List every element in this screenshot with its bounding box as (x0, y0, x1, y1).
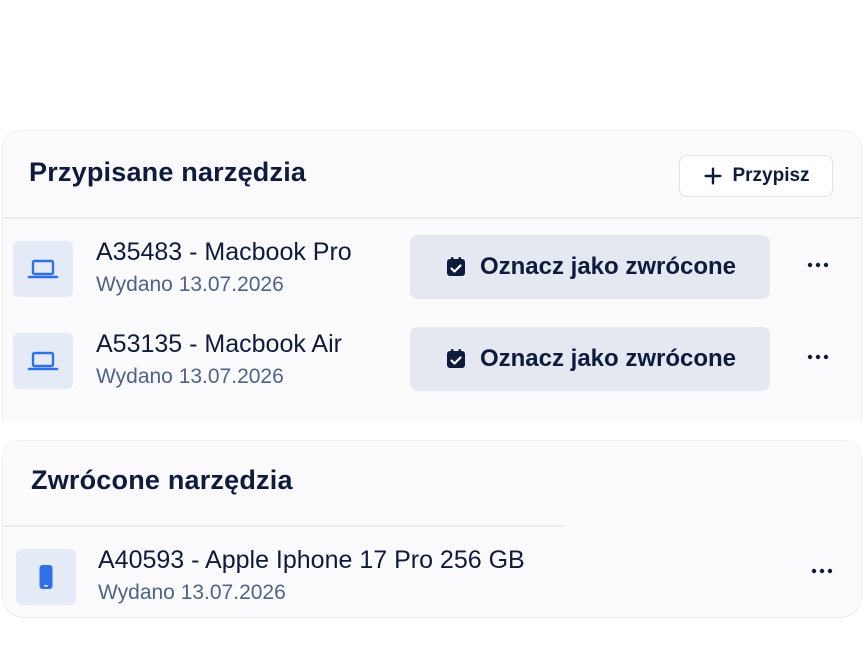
item-issued-date: Wydano 13.07.2026 (96, 273, 284, 296)
mark-returned-label: Oznacz jako zwrócone (479, 253, 737, 280)
more-horizontal-icon (811, 568, 833, 574)
laptop-icon (27, 351, 59, 371)
more-options-button[interactable] (807, 559, 837, 583)
calendar-check-icon (446, 349, 465, 368)
plus-icon (704, 167, 722, 185)
more-options-button[interactable] (803, 345, 833, 369)
returned-tools-title: Zwrócone narzędzia (31, 465, 293, 495)
mark-returned-button[interactable]: Oznacz jako zwrócone (410, 235, 770, 299)
mark-returned-button[interactable]: Oznacz jako zwrócone (410, 327, 770, 391)
phone-icon (39, 565, 53, 589)
returned-divider (3, 525, 565, 527)
item-issued-date: Wydano 13.07.2026 (98, 581, 286, 604)
item-thumbnail (16, 549, 76, 605)
assigned-divider (3, 217, 861, 219)
more-horizontal-icon (807, 354, 829, 360)
list-item: A35483 - Macbook Pro Wydano 13.07.2026 O… (3, 233, 861, 313)
assign-button[interactable]: Przypisz (679, 155, 833, 197)
assign-button-label: Przypisz (732, 165, 810, 186)
item-name: A35483 - Macbook Pro (96, 238, 352, 266)
item-name: A40593 - Apple Iphone 17 Pro 256 GB (98, 546, 525, 574)
assigned-tools-title: Przypisane narzędzia (29, 157, 307, 187)
item-name: A53135 - Macbook Air (96, 330, 342, 358)
list-item: A53135 - Macbook Air Wydano 13.07.2026 O… (3, 325, 861, 405)
mark-returned-label: Oznacz jako zwrócone (479, 345, 737, 372)
item-thumbnail (13, 241, 73, 297)
item-thumbnail (13, 333, 73, 389)
assigned-tools-panel: Przypisane narzędzia Przypisz A35483 - M… (2, 130, 862, 422)
list-item: A40593 - Apple Iphone 17 Pro 256 GB Wyda… (3, 541, 861, 621)
laptop-icon (27, 259, 59, 279)
calendar-check-icon (446, 257, 465, 276)
returned-tools-panel: Zwrócone narzędzia A40593 - Apple Iphone… (2, 440, 862, 618)
item-issued-date: Wydano 13.07.2026 (96, 365, 284, 388)
more-options-button[interactable] (803, 253, 833, 277)
more-horizontal-icon (807, 262, 829, 268)
